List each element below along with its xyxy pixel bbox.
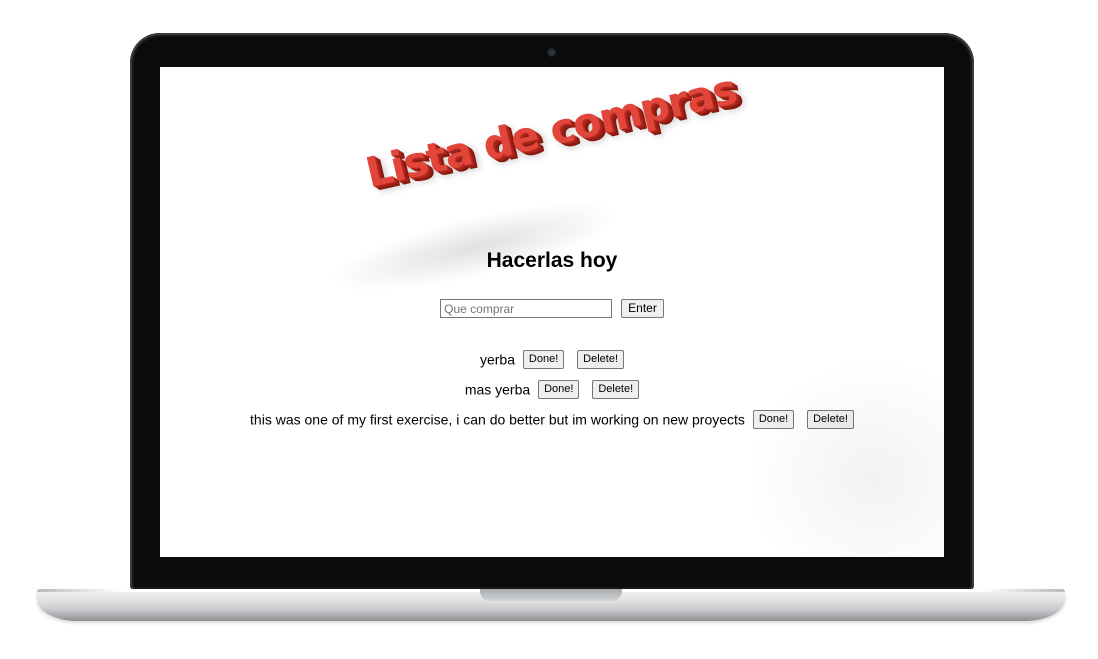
list-item: mas yerba Done! Delete! bbox=[160, 377, 944, 407]
list-item: yerba Done! Delete! bbox=[160, 347, 944, 377]
wordart-shadow bbox=[322, 184, 628, 310]
list-item: this was one of my first exercise, i can… bbox=[160, 407, 944, 437]
delete-button[interactable]: Delete! bbox=[577, 349, 625, 369]
delete-button[interactable]: Delete! bbox=[807, 409, 854, 429]
done-button[interactable]: Done! bbox=[752, 409, 795, 429]
laptop-base bbox=[37, 589, 1065, 621]
page-subtitle: Hacerlas hoy bbox=[486, 249, 618, 272]
wordart-title: Lista de compras bbox=[361, 67, 741, 197]
item-input[interactable] bbox=[440, 299, 613, 318]
shopping-list: yerba Done! Delete! mas yerba Done! Dele… bbox=[160, 347, 944, 437]
done-button[interactable]: Done! bbox=[538, 379, 580, 399]
enter-button[interactable]: Enter bbox=[621, 299, 664, 318]
camera-icon bbox=[548, 49, 555, 56]
add-item-form: Enter bbox=[160, 299, 944, 318]
laptop-mockup: Lista de compras Hacerlas hoy Enter yerb… bbox=[0, 0, 1098, 659]
laptop-notch bbox=[480, 589, 622, 601]
list-item-text: yerba bbox=[479, 351, 516, 368]
done-button[interactable]: Done! bbox=[522, 349, 565, 369]
delete-button[interactable]: Delete! bbox=[592, 379, 640, 399]
browser-viewport: Lista de compras Hacerlas hoy Enter yerb… bbox=[160, 67, 944, 557]
list-item-text: this was one of my first exercise, i can… bbox=[250, 411, 745, 428]
list-item-text: mas yerba bbox=[464, 381, 531, 398]
